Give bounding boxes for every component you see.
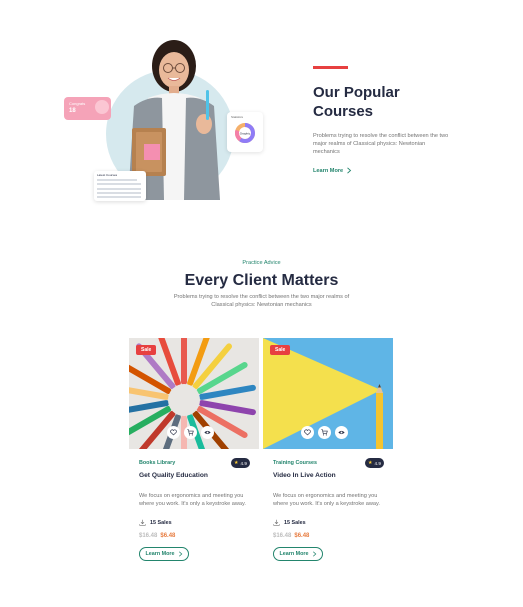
table-card-title: Latest Courses: [97, 173, 118, 177]
donut-center-label: Graphic: [240, 132, 251, 136]
download-icon: [273, 519, 280, 526]
wishlist-button[interactable]: [167, 426, 180, 439]
donut-chart-icon: Graphic: [235, 123, 255, 143]
rating-value: 4.9: [374, 460, 381, 466]
stat-card-label: Congrats: [69, 101, 86, 106]
chevron-right-icon: [347, 167, 352, 174]
learn-more-button[interactable]: Learn More: [139, 547, 189, 561]
stat-card-value: 18: [69, 108, 76, 114]
table-card-row: [97, 188, 141, 190]
chevron-right-icon: [312, 551, 316, 557]
eye-icon: [338, 430, 345, 435]
course-description: We focus on ergonomics and meeting you w…: [139, 493, 246, 507]
course-title[interactable]: Get Quality Education: [139, 471, 219, 480]
table-card-row: [97, 192, 141, 194]
wishlist-button[interactable]: [301, 426, 314, 439]
course-category[interactable]: Books Library: [139, 460, 175, 466]
heart-icon: [170, 429, 177, 436]
course-category[interactable]: Training Courses: [273, 460, 317, 466]
quick-view-button[interactable]: [335, 426, 348, 439]
course-title[interactable]: Video In Live Action: [273, 471, 353, 480]
congrats-stat-card: Congrats 18: [64, 97, 111, 120]
table-card-row: [97, 179, 137, 181]
cart-icon: [187, 429, 194, 436]
sales-count: 15 Sales: [273, 519, 306, 526]
course-image[interactable]: Sale: [263, 338, 393, 449]
card-actions: [301, 426, 348, 439]
old-price: $16.48: [273, 533, 292, 539]
hero-learn-more-label: Learn More: [313, 167, 344, 174]
new-price: $6.48: [160, 533, 176, 539]
star-icon: ★: [234, 460, 239, 466]
price-group: $16.48 $6.48: [273, 533, 309, 539]
chart-card-title: Statistics: [231, 115, 244, 119]
learn-more-button[interactable]: Learn More: [273, 547, 323, 561]
sale-badge: Sale: [270, 345, 291, 355]
statistics-chart-card: Statistics Graphic: [227, 112, 263, 152]
add-to-cart-button[interactable]: [184, 426, 197, 439]
heart-icon: [304, 429, 311, 436]
cart-icon: [321, 429, 328, 436]
add-to-cart-button[interactable]: [318, 426, 331, 439]
chevron-right-icon: [178, 551, 182, 557]
section-eyebrow: Practice Advice: [242, 260, 281, 266]
rating-value: 4.9: [240, 460, 247, 466]
new-price: $6.48: [294, 533, 310, 539]
sales-label: 15 Sales: [150, 519, 172, 526]
star-icon: ★: [368, 460, 373, 466]
rating-badge: ★ 4.9: [231, 458, 250, 468]
eye-icon: [204, 430, 211, 435]
section-title: Every Client Matters: [184, 272, 339, 289]
rating-badge: ★ 4.9: [365, 458, 384, 468]
sales-label: 15 Sales: [284, 519, 306, 526]
card-actions: [167, 426, 214, 439]
old-price: $16.48: [139, 533, 158, 539]
course-image[interactable]: Sale: [129, 338, 259, 449]
table-card-row: [97, 196, 141, 198]
table-card-row: [97, 183, 141, 185]
course-description: We focus on ergonomics and meeting you w…: [273, 493, 380, 507]
learn-more-label: Learn More: [279, 551, 309, 557]
hero-title: Our Popular Courses: [313, 84, 400, 120]
price-group: $16.48 $6.48: [139, 533, 175, 539]
hero-learn-more-link[interactable]: Learn More: [313, 167, 352, 174]
latest-courses-card: Latest Courses: [94, 171, 146, 201]
course-card: Sale Training Courses ★ 4.9 Video In Live…: [263, 338, 393, 573]
hero-accent-bar: [313, 66, 348, 69]
sale-badge: Sale: [136, 345, 157, 355]
quick-view-button[interactable]: [201, 426, 214, 439]
sales-count: 15 Sales: [139, 519, 172, 526]
stat-card-decoration: [95, 100, 109, 114]
section-description: Problems trying to resolve the conflict …: [173, 294, 350, 308]
learn-more-label: Learn More: [145, 551, 175, 557]
download-icon: [139, 519, 146, 526]
hero-description: Problems trying to resolve the conflict …: [313, 133, 449, 155]
course-card: Sale Books Library ★ 4.9 Get Quality Educ…: [129, 338, 259, 573]
